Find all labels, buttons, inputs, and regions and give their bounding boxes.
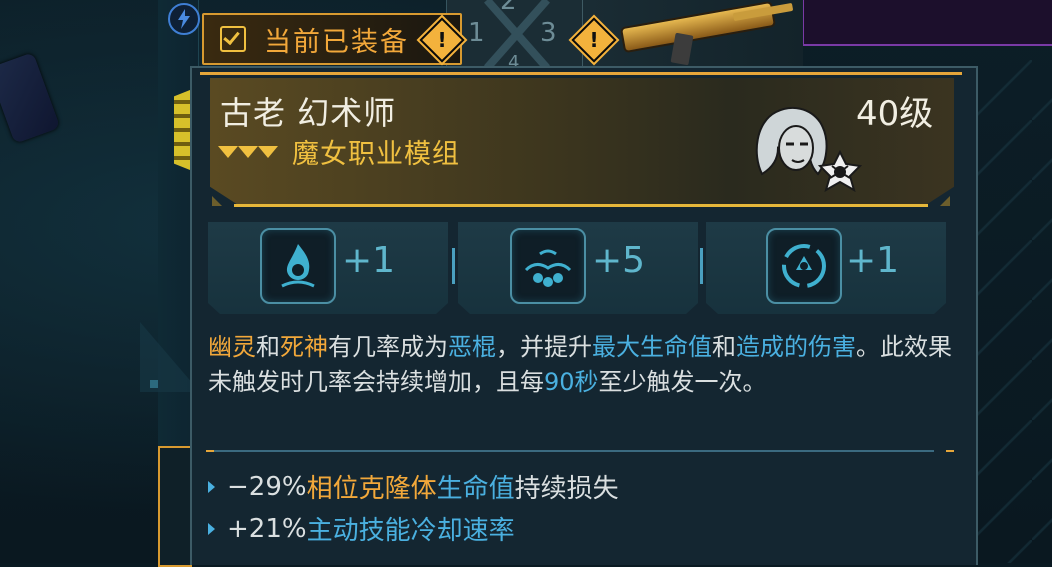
mod-title: 古老 幻术师 — [220, 94, 397, 132]
desc-segment: 至少触发一次。 — [598, 368, 767, 396]
side-indicator-bar — [174, 90, 190, 170]
stat-divider — [452, 248, 455, 284]
mod-class-label: 魔女职业模组 — [292, 139, 460, 170]
desc-segment: 和 — [712, 333, 736, 361]
stat-divider — [700, 248, 703, 284]
bonus-line: +21% 主动技能冷却速率 — [208, 510, 515, 547]
rarity-chevrons-icon — [218, 144, 282, 160]
bonus-value: +21% — [227, 513, 307, 544]
weapon-grip — [670, 32, 694, 66]
section-divider — [214, 450, 934, 452]
mod-class-row: 魔女职业模组 — [218, 132, 460, 171]
lightning-icon[interactable] — [168, 3, 200, 35]
check-icon — [220, 26, 246, 52]
desc-segment: 有几率成为 — [328, 333, 448, 361]
mod-description: 幽灵和死神有几率成为恶棍，并提升最大生命值和造成的伤害。此效果未触发时几率会持续… — [208, 330, 954, 400]
desc-segment: 恶棍 — [448, 333, 496, 361]
paw-prints-icon[interactable] — [510, 228, 586, 304]
header-underline — [234, 204, 928, 207]
header-corner — [212, 196, 222, 206]
stat-value: +5 — [592, 240, 646, 281]
bonus-text: 生命值 — [436, 474, 515, 504]
slot-number[interactable]: 2 — [500, 0, 517, 16]
bonus-text: 持续损失 — [514, 474, 619, 504]
mod-level: 40级 — [856, 94, 934, 134]
desc-segment: ，并提升 — [496, 333, 592, 361]
background-purple-panel — [802, 0, 1052, 46]
bonus-value: −29% — [227, 471, 307, 502]
bonus-line: −29% 相位克隆体 生命值 持续损失 — [208, 468, 619, 505]
desc-segment: 和 — [256, 333, 280, 361]
stat-value: +1 — [342, 240, 396, 281]
weapon-slot[interactable] — [582, 0, 803, 70]
bullet-icon — [208, 480, 215, 493]
background-lines — [972, 60, 1052, 563]
slot-number[interactable]: 3 — [540, 18, 557, 48]
divider-accent — [946, 450, 954, 452]
divider-accent — [206, 450, 214, 452]
desc-segment: 幽灵 — [208, 333, 256, 361]
stat-value: +1 — [846, 240, 900, 281]
background-marker — [150, 380, 158, 388]
desc-segment: 造成的伤害 — [736, 333, 856, 361]
lower-left-frame — [158, 446, 192, 567]
slot-number[interactable]: 1 — [468, 18, 485, 48]
spider-badge-icon — [818, 150, 862, 192]
equipped-label: 当前已装备 — [264, 26, 409, 58]
card-top-accent — [200, 72, 962, 75]
flame-orb-icon[interactable] — [260, 228, 336, 304]
desc-segment: 最大生命值 — [592, 333, 712, 361]
bonus-text: 相位克隆体 — [306, 474, 437, 504]
cycle-shield-icon[interactable] — [766, 228, 842, 304]
desc-segment: 90秒 — [544, 368, 599, 396]
bonus-text: 主动技能冷却速率 — [306, 516, 515, 546]
bullet-icon — [208, 522, 215, 535]
desc-segment: 死神 — [280, 333, 328, 361]
header-corner — [940, 196, 950, 206]
